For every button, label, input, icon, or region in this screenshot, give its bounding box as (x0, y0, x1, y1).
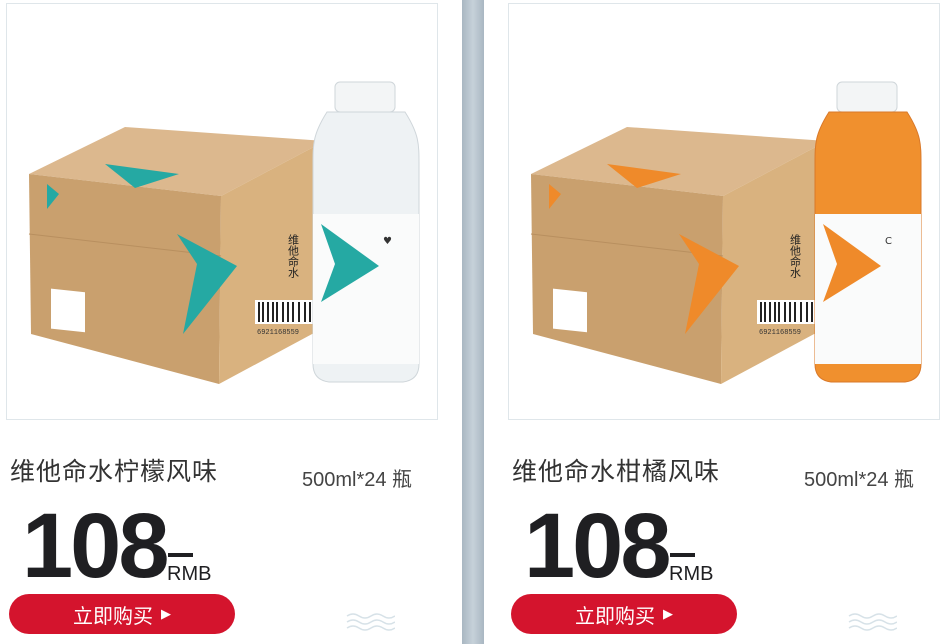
svg-text:♥: ♥ (383, 236, 392, 247)
buy-now-button[interactable]: 立即购买 ▶ (511, 594, 737, 634)
svg-text:维他命水: 维他命水 (789, 234, 802, 278)
product-spec: 500ml*24 瓶 (804, 469, 915, 491)
price-dash (670, 553, 695, 557)
svg-text:维他命水: 维他命水 (287, 234, 300, 278)
buy-now-label: 立即购买 (575, 605, 655, 628)
product-image[interactable]: 6921168559 维他命水 ♥ (6, 3, 438, 420)
product-price: 108 (524, 495, 671, 597)
play-triangle-icon: ▶ (161, 606, 171, 621)
svg-text:6921168559: 6921168559 (257, 329, 299, 337)
price-currency: RMB (167, 563, 212, 585)
price-currency: RMB (669, 563, 714, 585)
product-price: 108 (22, 495, 169, 597)
wave-decoration-icon (346, 613, 395, 631)
column-divider (462, 0, 484, 644)
svg-text:C: C (885, 236, 892, 247)
product-spec: 500ml*24 瓶 (302, 469, 413, 491)
product-card-orange: 6921168559 维他命水 C 维他命水柑橘风味 500ml*24 瓶 10… (502, 0, 942, 644)
product-name[interactable]: 维他命水柑橘风味 (512, 452, 720, 488)
buy-now-button[interactable]: 立即购买 ▶ (9, 594, 235, 634)
svg-text:6921168559: 6921168559 (759, 329, 801, 337)
price-dash (168, 553, 193, 557)
product-card-lemon: 6921168559 维他命水 ♥ 维他命水柠檬风味 500ml*24 瓶 10… (0, 0, 440, 644)
wave-decoration-icon (848, 613, 897, 631)
product-image[interactable]: 6921168559 维他命水 C (508, 3, 940, 420)
buy-now-label: 立即购买 (73, 605, 153, 628)
play-triangle-icon: ▶ (663, 606, 673, 621)
product-name[interactable]: 维他命水柠檬风味 (10, 452, 218, 488)
